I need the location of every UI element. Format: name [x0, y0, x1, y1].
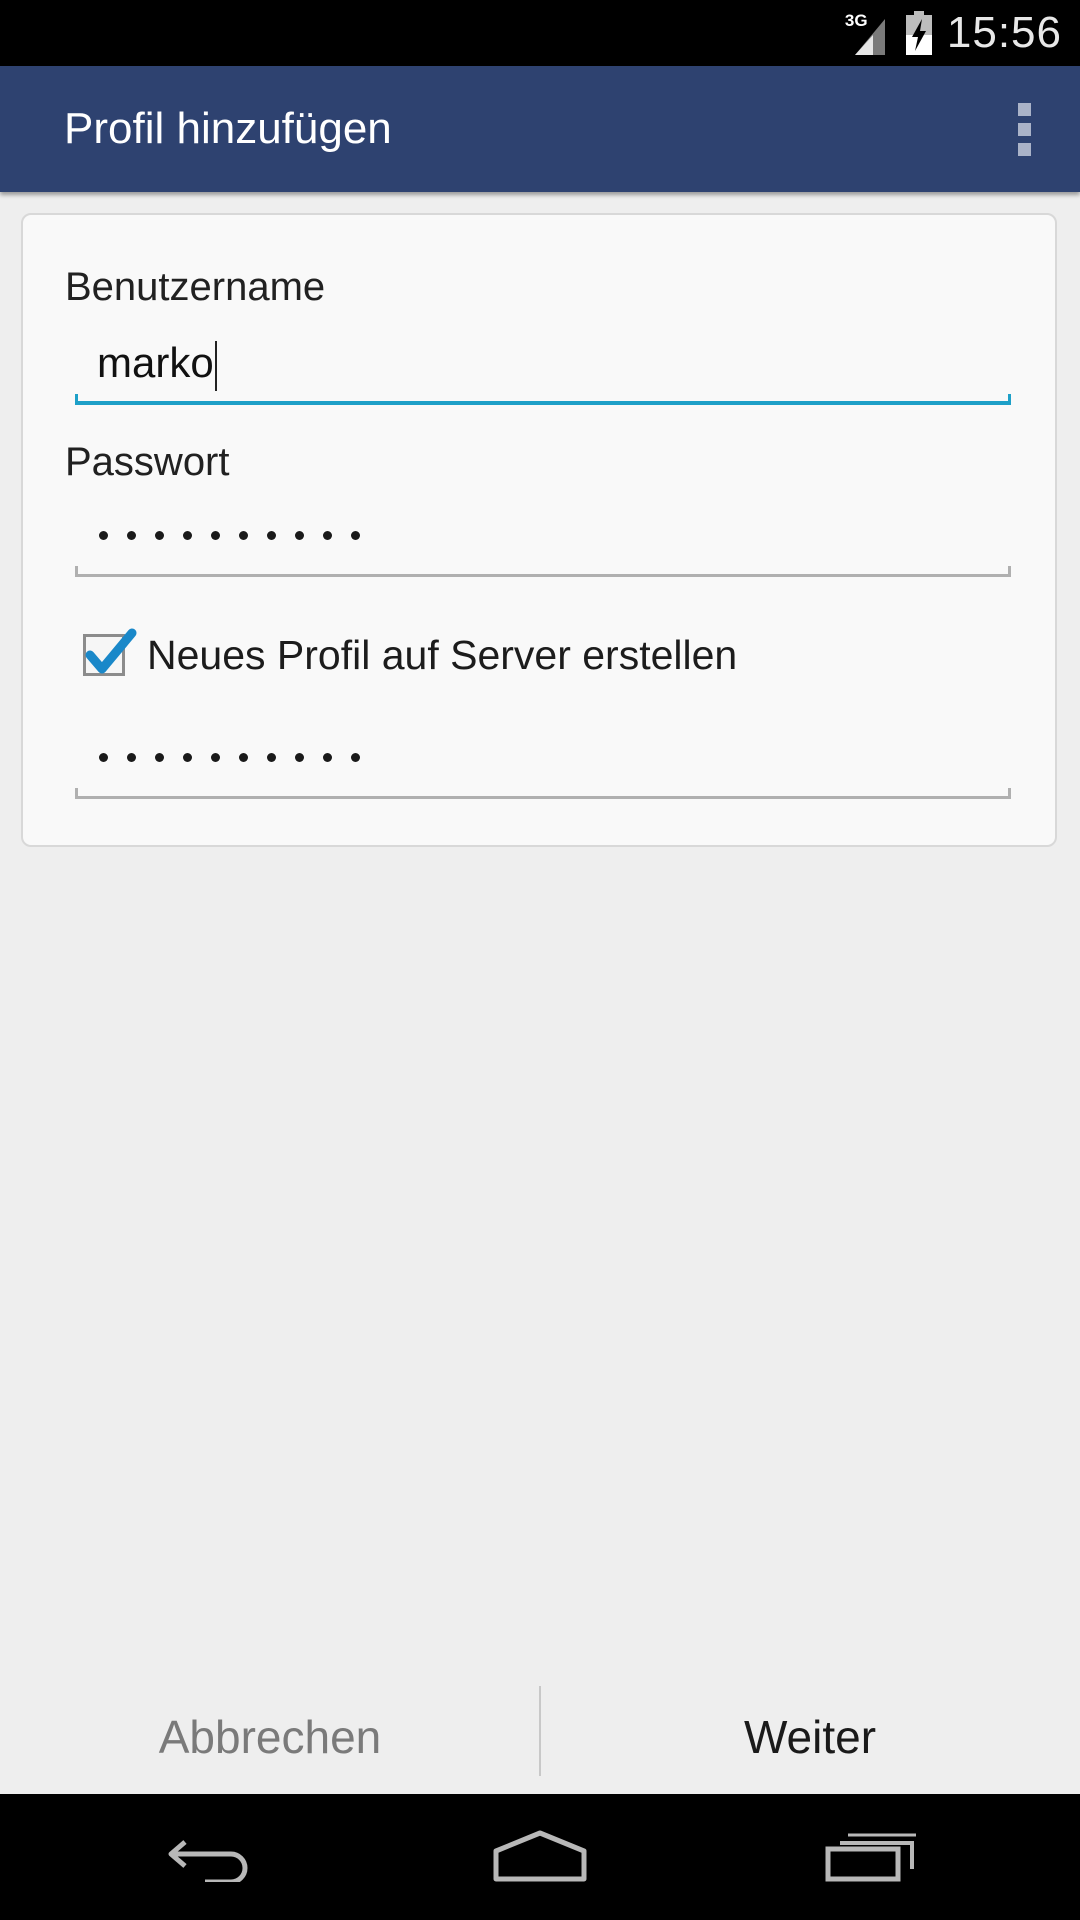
home-icon[interactable] — [480, 1822, 600, 1892]
create-on-server-checkbox[interactable] — [83, 628, 137, 676]
password-dot — [351, 530, 360, 540]
password-dot — [295, 530, 304, 540]
username-underline — [75, 394, 1011, 405]
password-dot — [351, 752, 360, 762]
navigation-bar — [0, 1794, 1080, 1920]
password-confirm-underline — [75, 788, 1011, 799]
button-bar: Abbrechen Weiter — [0, 1680, 1080, 1794]
recents-icon[interactable] — [810, 1822, 930, 1892]
password-dot — [155, 530, 164, 540]
signal-icon: 3G — [845, 11, 891, 55]
create-on-server-row[interactable]: Neues Profil auf Server erstellen — [83, 620, 737, 690]
password-dot — [127, 752, 136, 762]
password-dot — [155, 752, 164, 762]
create-on-server-label: Neues Profil auf Server erstellen — [147, 631, 738, 678]
password-dot — [211, 530, 220, 540]
overflow-menu-icon[interactable] — [994, 99, 1054, 159]
username-field[interactable]: marko — [75, 333, 1011, 405]
password-dot — [99, 752, 108, 762]
password-mask — [99, 505, 360, 565]
username-label: Benutzername — [65, 265, 326, 309]
password-label: Passwort — [65, 440, 230, 484]
password-dot — [267, 530, 276, 540]
action-bar: Profil hinzufügen — [0, 66, 1080, 192]
password-underline — [75, 566, 1011, 577]
password-dot — [183, 530, 192, 540]
battery-charging-icon — [905, 11, 933, 55]
password-confirm-mask — [99, 727, 360, 787]
password-dot — [323, 752, 332, 762]
cancel-button[interactable]: Abbrechen — [0, 1680, 540, 1794]
password-dot — [239, 752, 248, 762]
checkmark-icon — [85, 628, 137, 674]
page-title: Profil hinzufügen — [64, 104, 392, 153]
back-icon[interactable] — [150, 1822, 270, 1892]
password-dot — [183, 752, 192, 762]
password-dot — [99, 530, 108, 540]
next-button[interactable]: Weiter — [540, 1680, 1080, 1794]
password-confirm-field[interactable] — [75, 727, 1011, 799]
password-dot — [323, 530, 332, 540]
username-input-text: marko — [97, 333, 217, 393]
profile-form-card: Benutzername marko Passwort Neues Profil… — [21, 213, 1057, 847]
password-dot — [239, 530, 248, 540]
password-field[interactable] — [75, 505, 1011, 577]
status-bar: 3G 15:56 — [0, 0, 1080, 66]
status-icons: 3G 15:56 — [845, 0, 1062, 66]
password-dot — [267, 752, 276, 762]
network-type-label: 3G — [844, 11, 868, 30]
password-dot — [211, 752, 220, 762]
password-dot — [295, 752, 304, 762]
clock: 15:56 — [946, 8, 1062, 57]
password-dot — [127, 530, 136, 540]
